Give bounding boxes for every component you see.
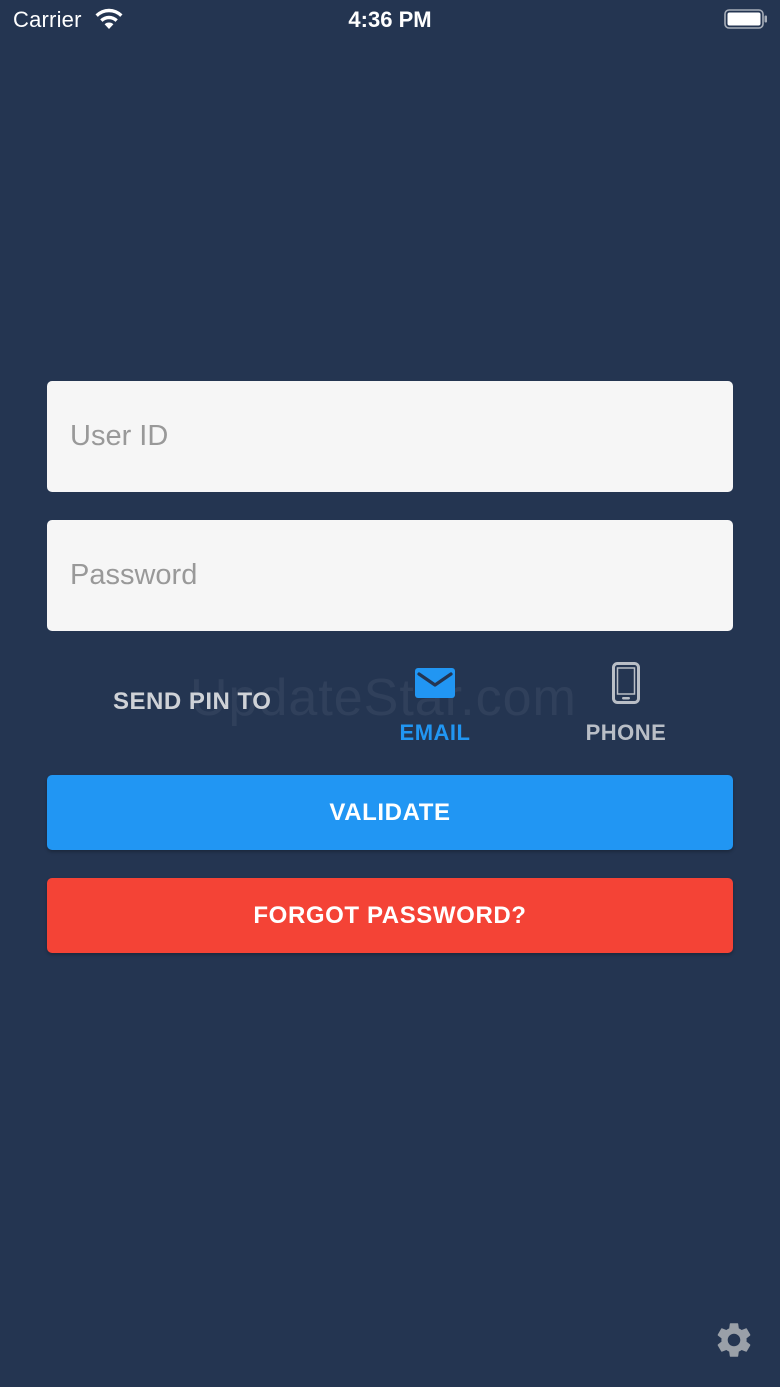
send-pin-option-email[interactable]: EMAIL [370,658,500,750]
forgot-password-button[interactable]: FORGOT PASSWORD? [47,878,733,953]
option-email-label: EMAIL [399,720,471,745]
password-input[interactable] [47,520,733,631]
gear-icon[interactable] [713,1319,755,1361]
envelope-icon [415,668,455,698]
status-bar: Carrier 4:36 PM [0,0,780,42]
user-id-input[interactable] [47,381,733,492]
phone-icon [612,662,640,704]
validate-button[interactable]: VALIDATE [47,775,733,850]
send-pin-option-phone[interactable]: PHONE [561,658,691,750]
battery-icon [724,9,767,29]
option-phone-label: PHONE [585,720,667,745]
send-pin-label: SEND PIN TO [113,688,272,715]
clock: 4:36 PM [348,7,432,32]
